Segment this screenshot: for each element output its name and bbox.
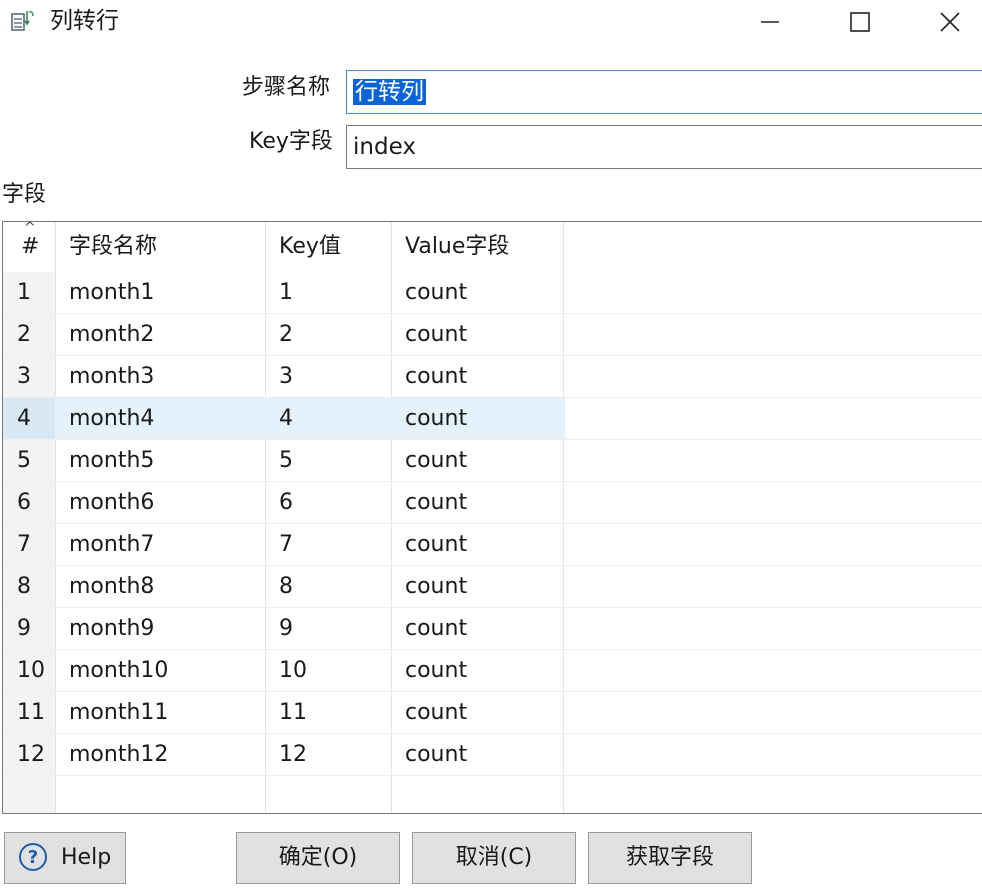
field-name-cell[interactable]: month8 — [69, 566, 154, 608]
key-field-value: index — [353, 134, 416, 160]
key-value-cell[interactable]: 5 — [279, 440, 293, 482]
key-field-input[interactable]: index — [346, 125, 982, 169]
row-number[interactable]: 6 — [17, 482, 31, 524]
key-value-cell[interactable]: 8 — [279, 566, 293, 608]
row-number[interactable]: 7 — [17, 524, 31, 566]
field-name-cell[interactable]: month10 — [69, 650, 168, 692]
fields-section-label: 字段 — [2, 182, 47, 207]
value-field-cell[interactable]: count — [405, 440, 467, 482]
key-value-cell[interactable]: 1 — [279, 272, 293, 314]
row-number[interactable]: 1 — [17, 272, 31, 314]
step-name-value: 行转列 — [353, 79, 426, 105]
table-header: # ^ 字段名称 Key值 Value字段 — [3, 222, 982, 272]
table-row[interactable]: 4 month4 4 count — [3, 398, 982, 440]
table-row[interactable]: 7 month7 7 count — [3, 524, 982, 566]
table-row[interactable]: 3 month3 3 count — [3, 356, 982, 398]
step-name-label: 步骤名称 — [242, 75, 331, 100]
maximize-icon — [850, 12, 870, 32]
key-value-cell[interactable]: 12 — [279, 734, 307, 776]
row-number[interactable]: 8 — [17, 566, 31, 608]
key-value-cell[interactable]: 6 — [279, 482, 293, 524]
step-name-input[interactable]: 行转列 — [346, 70, 982, 114]
table-row[interactable]: 10 month10 10 count — [3, 650, 982, 692]
close-button[interactable] — [920, 0, 980, 44]
value-field-cell[interactable]: count — [405, 566, 467, 608]
maximize-button[interactable] — [830, 0, 890, 44]
cancel-button[interactable]: 取消(C) — [412, 832, 576, 884]
row-number[interactable]: 12 — [17, 734, 45, 776]
key-value-cell[interactable]: 11 — [279, 692, 307, 734]
key-value-cell[interactable]: 9 — [279, 608, 293, 650]
row-transform-icon — [10, 8, 36, 34]
table-row[interactable]: 6 month6 6 count — [3, 482, 982, 524]
row-number[interactable]: 4 — [17, 398, 31, 440]
value-field-cell[interactable]: count — [405, 356, 467, 398]
row-number[interactable]: 9 — [17, 608, 31, 650]
value-field-cell[interactable]: count — [405, 692, 467, 734]
help-icon: ? — [19, 843, 47, 871]
header-key-value[interactable]: Key值 — [279, 226, 341, 268]
field-name-cell[interactable]: month4 — [69, 398, 154, 440]
row-number[interactable]: 2 — [17, 314, 31, 356]
row-number[interactable]: 5 — [17, 440, 31, 482]
field-name-cell[interactable]: month9 — [69, 608, 154, 650]
table-row[interactable]: 1 month1 1 count — [3, 272, 982, 314]
value-field-cell[interactable]: count — [405, 272, 467, 314]
get-fields-button[interactable]: 获取字段 — [588, 832, 752, 884]
table-row[interactable]: 9 month9 9 count — [3, 608, 982, 650]
value-field-cell[interactable]: count — [405, 524, 467, 566]
ok-button[interactable]: 确定(O) — [236, 832, 400, 884]
help-label: Help — [61, 845, 112, 870]
key-value-cell[interactable]: 10 — [279, 650, 307, 692]
key-value-cell[interactable]: 4 — [279, 398, 293, 440]
fields-table[interactable]: # ^ 字段名称 Key值 Value字段 1 month1 1 count 2 mont… — [2, 221, 982, 814]
header-value-field[interactable]: Value字段 — [405, 226, 509, 268]
value-field-cell[interactable]: count — [405, 314, 467, 356]
value-field-cell[interactable]: count — [405, 734, 467, 776]
row-number[interactable]: 3 — [17, 356, 31, 398]
close-icon — [940, 12, 960, 32]
key-field-label: Key字段 — [249, 129, 333, 154]
row-number[interactable]: 11 — [17, 692, 45, 734]
table-row[interactable]: 5 month5 5 count — [3, 440, 982, 482]
field-name-cell[interactable]: month2 — [69, 314, 154, 356]
minimize-button[interactable] — [740, 0, 800, 44]
key-value-cell[interactable]: 7 — [279, 524, 293, 566]
field-name-cell[interactable]: month11 — [69, 692, 168, 734]
title-bar: 列转行 — [0, 0, 982, 44]
help-button[interactable]: ? Help — [4, 832, 126, 884]
minimize-icon — [761, 21, 779, 23]
header-field-name[interactable]: 字段名称 — [69, 226, 157, 268]
field-name-cell[interactable]: month7 — [69, 524, 154, 566]
sort-caret-icon: ^ — [24, 221, 36, 236]
window-title: 列转行 — [50, 8, 119, 34]
table-row[interactable]: 11 month11 11 count — [3, 692, 982, 734]
table-row[interactable]: 12 month12 12 count — [3, 734, 982, 776]
field-name-cell[interactable]: month6 — [69, 482, 154, 524]
value-field-cell[interactable]: count — [405, 608, 467, 650]
value-field-cell[interactable]: count — [405, 650, 467, 692]
value-field-cell[interactable]: count — [405, 398, 467, 440]
field-name-cell[interactable]: month1 — [69, 272, 154, 314]
field-name-cell[interactable]: month5 — [69, 440, 154, 482]
table-row[interactable]: 8 month8 8 count — [3, 566, 982, 608]
row-number[interactable]: 10 — [17, 650, 45, 692]
field-name-cell[interactable]: month12 — [69, 734, 168, 776]
value-field-cell[interactable]: count — [405, 482, 467, 524]
field-name-cell[interactable]: month3 — [69, 356, 154, 398]
table-row[interactable]: 2 month2 2 count — [3, 314, 982, 356]
key-value-cell[interactable]: 2 — [279, 314, 293, 356]
key-value-cell[interactable]: 3 — [279, 356, 293, 398]
